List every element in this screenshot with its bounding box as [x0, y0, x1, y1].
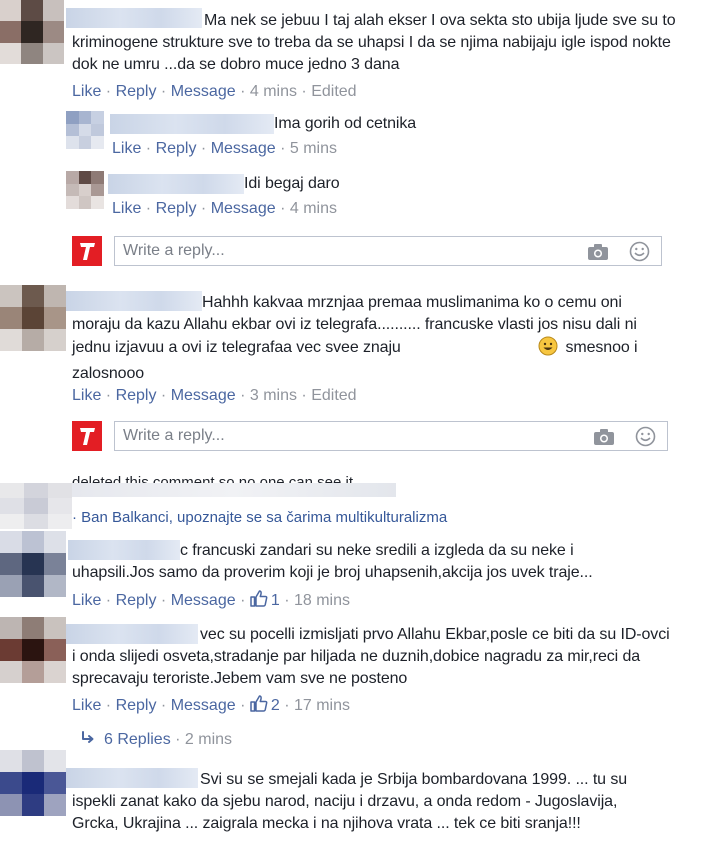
reply-arrow-icon [82, 731, 94, 743]
reply-composer: Write a reply... [72, 236, 662, 266]
message-button[interactable]: Message [211, 200, 276, 217]
reply-button[interactable]: Reply [116, 697, 157, 714]
thumbs-up-icon [250, 695, 268, 712]
comment-text: vec su pocelli izmisljati prvo Allahu Ek… [72, 626, 670, 687]
comment-actions: Like · Reply · Message · 3 mins · Edited [72, 386, 357, 406]
reply-composer: Write a reply... [72, 421, 668, 451]
message-button[interactable]: Message [211, 140, 276, 157]
timestamp[interactable]: 4 mins [290, 200, 337, 217]
replies-count-link[interactable]: 6 Replies [104, 731, 171, 748]
camera-icon[interactable] [593, 428, 615, 446]
avatar[interactable] [0, 285, 66, 351]
avatar[interactable] [66, 111, 104, 149]
separator: · [170, 731, 185, 748]
separator: · [275, 140, 290, 157]
separator: · [141, 140, 156, 157]
telegraf-logo-icon [72, 236, 102, 266]
reply-button[interactable]: Reply [156, 140, 197, 157]
reply-button[interactable]: Reply [116, 83, 157, 100]
reply-text: Ima gorih od cetnika [274, 115, 417, 132]
avatar[interactable] [0, 0, 64, 64]
like-count[interactable]: 1 [271, 592, 280, 609]
separator: · [296, 83, 312, 100]
separator: · [235, 83, 250, 100]
like-button[interactable]: Like [72, 83, 101, 100]
separator: · [156, 387, 171, 404]
separator: · [235, 592, 250, 609]
comment-actions: Like · Reply · Message · 2 · 17 mins [72, 695, 350, 716]
page-link[interactable]: · Ban Balkanci, upoznajte se sa čarima m… [72, 508, 447, 528]
smiley-emoji-icon [408, 336, 558, 363]
edited-label[interactable]: Edited [311, 387, 356, 404]
message-button[interactable]: Message [171, 83, 236, 100]
reply-actions: Like · Reply · Message · 5 mins [112, 139, 337, 159]
avatar[interactable] [0, 750, 66, 816]
smiley-icon[interactable] [629, 241, 650, 262]
like-button[interactable]: Like [112, 140, 141, 157]
separator: · [279, 697, 294, 714]
comment-text: Hahhh kakvaa mrznjaa premaa muslimanima … [72, 292, 672, 385]
separator: · [235, 387, 250, 404]
replier-name[interactable] [108, 174, 244, 194]
separator: · [235, 697, 250, 714]
smiley-icon[interactable] [635, 426, 656, 447]
reply-input[interactable]: Write a reply... [114, 236, 662, 266]
separator: · [156, 697, 171, 714]
message-button[interactable]: Message [171, 697, 236, 714]
separator: · [196, 140, 211, 157]
camera-icon[interactable] [587, 243, 609, 261]
separator: · [275, 200, 290, 217]
avatar[interactable] [66, 171, 104, 209]
separator: · [101, 387, 116, 404]
comment-text: Ma nek se jebuu I taj alah ekser I ova s… [72, 12, 676, 73]
separator: · [156, 83, 171, 100]
timestamp[interactable]: 5 mins [290, 140, 337, 157]
comment-actions: Like · Reply · Message · 4 mins · Edited [72, 82, 357, 102]
reply-placeholder: Write a reply... [123, 242, 225, 259]
separator: · [101, 83, 116, 100]
reply-button[interactable]: Reply [116, 592, 157, 609]
like-button[interactable]: Like [72, 697, 101, 714]
separator: · [156, 592, 171, 609]
reply-button[interactable]: Reply [116, 387, 157, 404]
telegraf-logo-icon [72, 421, 102, 451]
reply-button[interactable]: Reply [156, 200, 197, 217]
replier-name[interactable] [110, 114, 274, 134]
timestamp[interactable]: 4 mins [250, 83, 297, 100]
avatar[interactable] [0, 617, 66, 683]
message-button[interactable]: Message [171, 387, 236, 404]
comment-text: c francuski zandari su neke sredili a iz… [72, 542, 593, 581]
replies-time: 2 mins [184, 731, 233, 748]
timestamp[interactable]: 18 mins [294, 592, 350, 609]
reply-placeholder: Write a reply... [123, 427, 225, 444]
reply-actions: Like · Reply · Message · 4 mins [112, 199, 337, 219]
view-replies[interactable]: 6 Replies · 2 mins [80, 730, 232, 750]
comment-text: Svi su se smejali kada je Srbija bombard… [72, 771, 628, 832]
reply-text: Idi begaj daro [244, 175, 340, 192]
separator: · [141, 200, 156, 217]
reply-input[interactable]: Write a reply... [114, 421, 668, 451]
separator: · [101, 592, 116, 609]
message-button[interactable]: Message [171, 592, 236, 609]
separator: · [279, 592, 294, 609]
deleted-comment-text: deleted this comment so no one can see i… [72, 474, 354, 483]
avatar[interactable] [0, 483, 72, 529]
timestamp[interactable]: 3 mins [250, 387, 297, 404]
separator: · [101, 697, 116, 714]
like-button[interactable]: Like [72, 387, 101, 404]
separator: · [296, 387, 312, 404]
comment-actions: Like · Reply · Message · 1 · 18 mins [72, 590, 350, 611]
commenter-name[interactable] [72, 483, 396, 497]
thumbs-up-icon [250, 590, 268, 607]
like-count[interactable]: 2 [271, 697, 280, 714]
avatar[interactable] [0, 531, 66, 597]
separator: · [196, 200, 211, 217]
like-button[interactable]: Like [112, 200, 141, 217]
timestamp[interactable]: 17 mins [294, 697, 350, 714]
edited-label[interactable]: Edited [311, 83, 356, 100]
like-button[interactable]: Like [72, 592, 101, 609]
